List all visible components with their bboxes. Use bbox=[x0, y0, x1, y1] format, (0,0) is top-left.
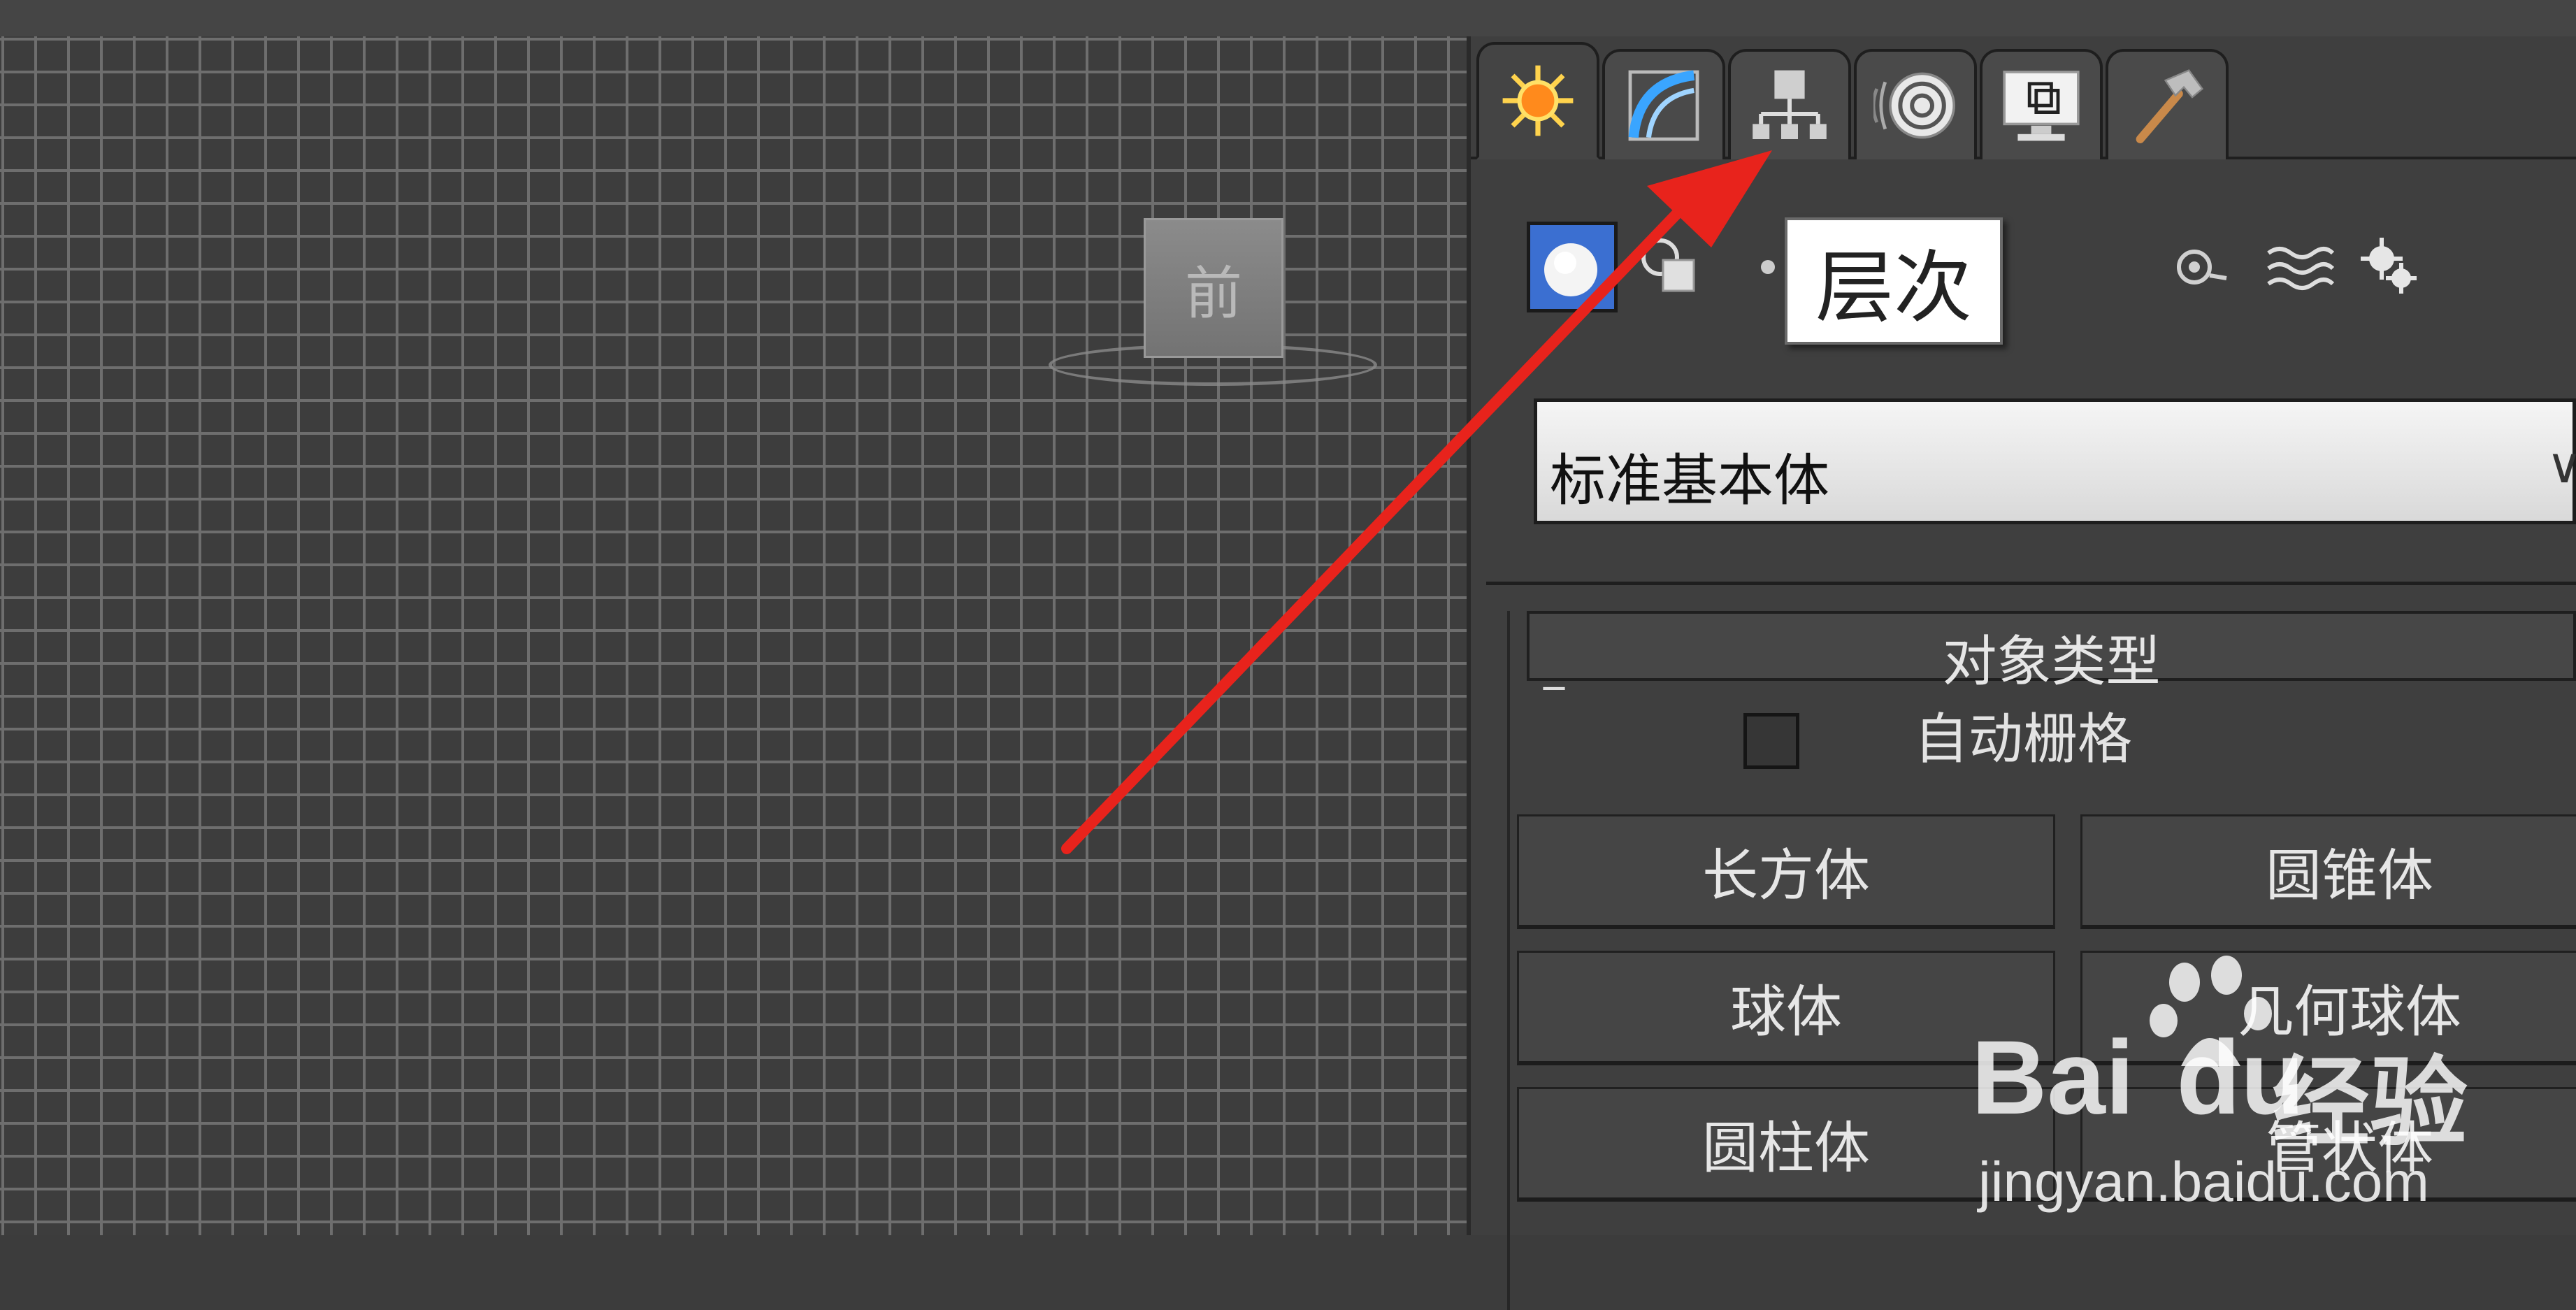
category-dropdown[interactable]: 标准基本体 ∨ bbox=[1534, 398, 2576, 524]
dropdown-value: 标准基本体 bbox=[1550, 448, 1829, 513]
systems-icon bbox=[2361, 238, 2417, 294]
rollout-title: 对象类型 bbox=[1942, 631, 2161, 693]
shapes-icon bbox=[1641, 238, 1695, 292]
tab-motion[interactable] bbox=[1854, 49, 1977, 159]
space-warps-icon bbox=[2267, 247, 2334, 290]
display-monitor-icon bbox=[2003, 71, 2080, 141]
space-warps-button[interactable] bbox=[2254, 222, 2345, 312]
command-panel-tabs bbox=[1471, 36, 2576, 159]
create-sun-icon bbox=[1502, 65, 1574, 136]
systems-button[interactable] bbox=[2345, 222, 2435, 312]
box-button[interactable]: 长方体 bbox=[1517, 814, 2055, 929]
autogrid-label: 自动栅格 bbox=[1914, 708, 2133, 771]
hierarchy-icon bbox=[1753, 70, 1827, 139]
tab-create[interactable] bbox=[1476, 42, 1599, 159]
motion-icon bbox=[1873, 72, 1955, 139]
cameras-icon bbox=[2177, 250, 2227, 285]
tab-display[interactable] bbox=[1980, 49, 2103, 159]
hierarchy-tooltip: 层次 bbox=[1785, 217, 2003, 345]
object-type-rollout-header[interactable]: _ 对象类型 bbox=[1527, 611, 2576, 693]
cylinder-button[interactable]: 圆柱体 bbox=[1517, 1087, 2055, 1202]
autogrid-checkbox[interactable] bbox=[1743, 713, 1799, 769]
viewport-grid[interactable]: 前 bbox=[0, 36, 1471, 1235]
tube-button[interactable]: 管状体 bbox=[2080, 1087, 2576, 1202]
viewcube[interactable]: 前 bbox=[1144, 218, 1283, 358]
sphere-button[interactable]: 球体 bbox=[1517, 951, 2055, 1065]
tab-utilities[interactable] bbox=[2106, 49, 2229, 159]
geometry-sphere-icon bbox=[1544, 243, 1597, 296]
viewcube-label: 前 bbox=[1184, 260, 1242, 327]
modify-arc-icon bbox=[1628, 70, 1699, 141]
panel-divider bbox=[1486, 582, 2576, 585]
chevron-down-icon: ∨ bbox=[2546, 437, 2576, 494]
utilities-hammer-icon bbox=[2136, 69, 2204, 143]
tab-hierarchy[interactable] bbox=[1728, 49, 1851, 159]
geosphere-button[interactable]: 几何球体 bbox=[2080, 951, 2576, 1065]
geometry-button[interactable] bbox=[1527, 222, 1618, 312]
cameras-button[interactable] bbox=[2156, 222, 2247, 312]
cone-button[interactable]: 圆锥体 bbox=[2080, 814, 2576, 929]
shapes-button[interactable] bbox=[1625, 222, 1715, 312]
tab-modify[interactable] bbox=[1602, 49, 1725, 159]
top-toolbar bbox=[0, 0, 2576, 39]
